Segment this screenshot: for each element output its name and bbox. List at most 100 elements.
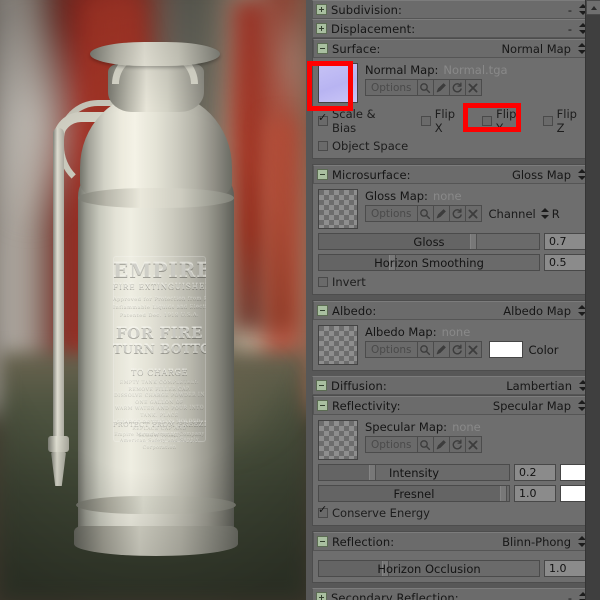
checkbox-scale-and-bias[interactable]: Scale & Bias <box>318 107 399 135</box>
section-value-diffusion[interactable]: Lambertian <box>506 379 574 393</box>
checkbox-label-flip-z: Flip Z <box>556 107 577 135</box>
checkbox-box-scale-and-bias[interactable] <box>318 112 328 126</box>
checkbox-box-object-space[interactable] <box>318 141 328 151</box>
map-label-microsurface: Gloss Map: <box>365 189 428 203</box>
panel-scrollbar[interactable] <box>585 0 600 600</box>
close-button-microsurface[interactable] <box>464 205 482 222</box>
checkbox-box-invert[interactable] <box>318 277 328 287</box>
checkbox-label-object-space: Object Space <box>332 139 409 153</box>
collapse-icon-diffusion[interactable] <box>316 380 327 391</box>
section-value-surface[interactable]: Normal Map <box>501 42 573 56</box>
slider-horizon-occlusion[interactable]: Horizon Occlusion <box>318 560 540 577</box>
close-button-surface[interactable] <box>464 79 482 96</box>
checkbox-box-conserve-energy[interactable] <box>318 504 328 518</box>
section-value-microsurface[interactable]: Gloss Map <box>512 168 573 182</box>
section-value-displacement[interactable]: - <box>568 22 574 36</box>
checkbox-label-invert: Invert <box>332 275 366 289</box>
section-title-microsurface: Microsurface: <box>332 167 411 182</box>
reload-button-surface[interactable] <box>448 79 466 96</box>
value-field-horizon-smoothing[interactable]: 0.5 <box>544 254 586 271</box>
material-properties-panel[interactable]: Subdivision: - Displacement: - Surface: Norma… <box>306 0 600 600</box>
options-button-surface[interactable]: Options <box>365 79 418 96</box>
reload-button-albedo[interactable] <box>448 341 466 358</box>
slider-intensity[interactable]: Intensity <box>318 464 510 481</box>
map-name-row-reflectivity: Specular Map: none <box>365 420 586 435</box>
section-header-microsurface[interactable]: Microsurface: Gloss Map <box>313 165 591 184</box>
options-button-albedo[interactable]: Options <box>365 341 418 358</box>
pencil-button-albedo[interactable] <box>432 341 450 358</box>
expand-icon-subdivision[interactable] <box>316 4 327 15</box>
swatch-intensity[interactable] <box>560 464 586 481</box>
collapse-icon-albedo[interactable] <box>317 305 328 316</box>
collapse-icon-reflection[interactable] <box>317 536 328 547</box>
section-header-reflectivity[interactable]: Reflectivity: Specular Map <box>313 396 591 415</box>
checkbox-object-space[interactable]: Object Space <box>318 139 408 153</box>
search-button-albedo[interactable] <box>416 341 434 358</box>
section-header-reflection[interactable]: Reflection: Blinn-Phong <box>313 532 591 551</box>
map-thumbnail-reflectivity[interactable] <box>318 420 358 460</box>
options-button-microsurface[interactable]: Options <box>365 205 418 222</box>
section-header-subdivision[interactable]: Subdivision: - <box>312 0 592 19</box>
expand-icon-displacement[interactable] <box>316 23 327 34</box>
checkbox-invert[interactable]: Invert <box>318 275 366 289</box>
slider-gloss[interactable]: Gloss <box>318 233 540 250</box>
section-reflectivity: Reflectivity: Specular Map Specular Map: no… <box>312 395 592 526</box>
pencil-icon <box>435 439 447 451</box>
section-header-diffusion[interactable]: Diffusion: Lambertian <box>312 376 592 395</box>
search-button-microsurface[interactable] <box>416 205 434 222</box>
section-header-albedo[interactable]: Albedo: Albedo Map <box>313 301 591 320</box>
pencil-button-reflectivity[interactable] <box>432 436 450 453</box>
reload-button-microsurface[interactable] <box>448 205 466 222</box>
scroll-up-icon[interactable] <box>586 0 600 15</box>
value-field-fresnel[interactable]: 1.0 <box>514 485 556 502</box>
checkbox-box-flip-y[interactable] <box>482 116 493 126</box>
slider-horizon-smoothing[interactable]: Horizon Smoothing <box>318 254 540 271</box>
map-thumbnail-surface[interactable] <box>318 63 358 103</box>
section-header-displacement[interactable]: Displacement: - <box>312 19 592 38</box>
section-value-albedo[interactable]: Albedo Map <box>503 304 573 318</box>
close-button-reflectivity[interactable] <box>464 436 482 453</box>
color-swatch-albedo[interactable] <box>488 341 523 358</box>
expand-icon-secondary-reflection[interactable] <box>316 592 327 600</box>
section-value-secondary-reflection[interactable]: - <box>568 591 574 600</box>
value-field-intensity[interactable]: 0.2 <box>514 464 556 481</box>
checkbox-conserve-energy[interactable]: Conserve Energy <box>318 504 430 520</box>
checkbox-flip-z[interactable]: Flip Z <box>542 107 586 135</box>
section-header-surface[interactable]: Surface: Normal Map <box>313 39 591 58</box>
checkbox-flip-x[interactable]: Flip X <box>420 107 464 135</box>
collapse-icon-surface[interactable] <box>317 43 328 54</box>
collapse-icon-microsurface[interactable] <box>317 169 328 180</box>
options-button-reflectivity[interactable]: Options <box>365 436 418 453</box>
map-filename-reflectivity: none <box>452 420 481 434</box>
map-filename-albedo: none <box>441 325 471 339</box>
pencil-icon <box>435 82 447 94</box>
swatch-fresnel[interactable] <box>560 485 586 502</box>
section-value-subdivision[interactable]: - <box>568 3 574 17</box>
search-button-surface[interactable] <box>416 79 434 96</box>
slider-knob-fresnel[interactable] <box>500 486 508 501</box>
slider-knob-intensity[interactable] <box>369 465 377 480</box>
slider-knob-gloss[interactable] <box>470 234 477 249</box>
reload-button-reflectivity[interactable] <box>448 436 466 453</box>
section-value-reflection[interactable]: Blinn-Phong <box>502 535 573 549</box>
value-field-horizon-occlusion[interactable]: 1.0 <box>544 560 586 577</box>
checkbox-flip-y[interactable]: Flip Y <box>482 107 525 135</box>
search-button-reflectivity[interactable] <box>416 436 434 453</box>
render-viewport[interactable]: EMPIRE FIRE EXTINGUISHER Approved for Pr… <box>0 0 306 600</box>
map-info-albedo: Albedo Map: none Options Color <box>358 325 586 358</box>
map-thumbnail-microsurface[interactable] <box>318 189 358 229</box>
slider-fresnel[interactable]: Fresnel <box>318 485 510 502</box>
close-button-albedo[interactable] <box>464 341 482 358</box>
checkbox-box-flip-x[interactable] <box>420 116 431 126</box>
section-header-secondary-reflection[interactable]: Secondary Reflection: - <box>312 588 592 600</box>
map-thumbnail-albedo[interactable] <box>318 325 358 365</box>
pencil-button-microsurface[interactable] <box>432 205 450 222</box>
section-surface: Surface: Normal Map Normal Map: Normal.tga O… <box>312 38 592 159</box>
pencil-button-surface[interactable] <box>432 79 450 96</box>
channel-spinner-icon[interactable] <box>540 207 549 220</box>
checkbox-box-flip-z[interactable] <box>542 116 553 126</box>
collapse-icon-reflectivity[interactable] <box>317 400 328 411</box>
channel-selector-microsurface[interactable]: Channel R <box>489 207 560 221</box>
section-value-reflectivity[interactable]: Specular Map <box>493 399 573 413</box>
value-field-gloss[interactable]: 0.7 <box>544 233 586 250</box>
